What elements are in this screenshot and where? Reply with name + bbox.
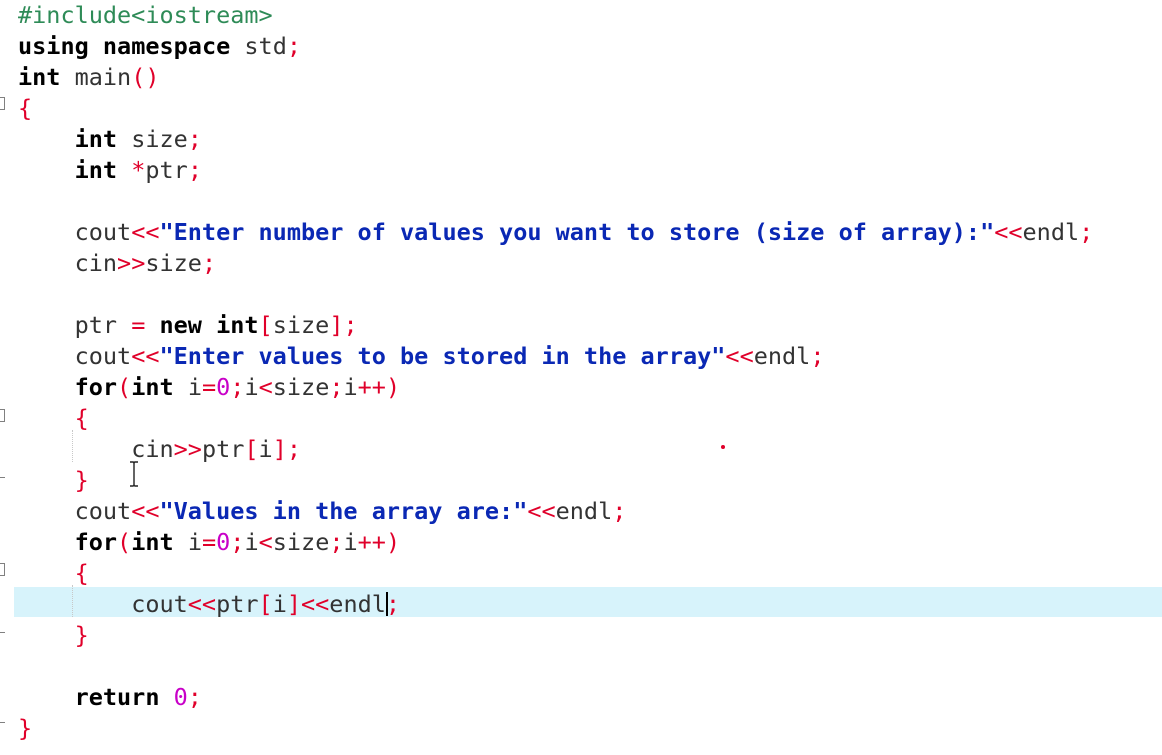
code-line-9[interactable]: cin>>size; bbox=[18, 248, 217, 279]
fold-marker-main-icon[interactable] bbox=[0, 97, 5, 110]
code-line-14[interactable]: { bbox=[18, 403, 89, 434]
code-line-5[interactable]: int size; bbox=[18, 124, 202, 155]
code-line-2[interactable]: using namespace std; bbox=[18, 31, 301, 62]
fold-end-tick bbox=[0, 477, 5, 478]
code-line-1[interactable]: #include<iostream> bbox=[18, 0, 273, 31]
code-line-21[interactable]: } bbox=[18, 620, 89, 651]
code-line-23[interactable]: return 0; bbox=[18, 682, 202, 713]
code-line-8[interactable]: cout<<"Enter number of values you want t… bbox=[18, 217, 1094, 248]
code-line-16[interactable]: } bbox=[18, 465, 89, 496]
i-beam-cursor-icon bbox=[130, 461, 138, 487]
code-line-3[interactable]: int main() bbox=[18, 62, 160, 93]
code-line-19[interactable]: { bbox=[18, 558, 89, 589]
code-line-18[interactable]: for(int i=0;i<size;i++) bbox=[18, 527, 401, 558]
code-editor[interactable]: #include<iostream> using namespace std; … bbox=[0, 0, 1162, 755]
code-line-24[interactable]: } bbox=[18, 713, 32, 744]
code-line-12[interactable]: cout<<"Enter values to be stored in the … bbox=[18, 341, 825, 372]
stray-dot-mark bbox=[721, 445, 725, 449]
fold-marker-for2-icon[interactable] bbox=[0, 563, 5, 576]
code-line-6[interactable]: int *ptr; bbox=[18, 155, 202, 186]
fold-marker-for1-icon[interactable] bbox=[0, 409, 5, 422]
code-line-15[interactable]: cin>>ptr[i]; bbox=[18, 434, 301, 465]
code-line-20[interactable]: cout<<ptr[i]<<endl; bbox=[18, 589, 400, 620]
code-line-11[interactable]: ptr = new int[size]; bbox=[18, 310, 358, 341]
code-line-4[interactable]: { bbox=[18, 93, 32, 124]
code-line-17[interactable]: cout<<"Values in the array are:"<<endl; bbox=[18, 496, 627, 527]
fold-gutter bbox=[0, 0, 14, 755]
preprocessor-directive: #include<iostream> bbox=[18, 1, 273, 29]
fold-end-tick bbox=[0, 722, 5, 723]
code-line-13[interactable]: for(int i=0;i<size;i++) bbox=[18, 372, 401, 403]
fold-end-tick bbox=[0, 632, 5, 633]
